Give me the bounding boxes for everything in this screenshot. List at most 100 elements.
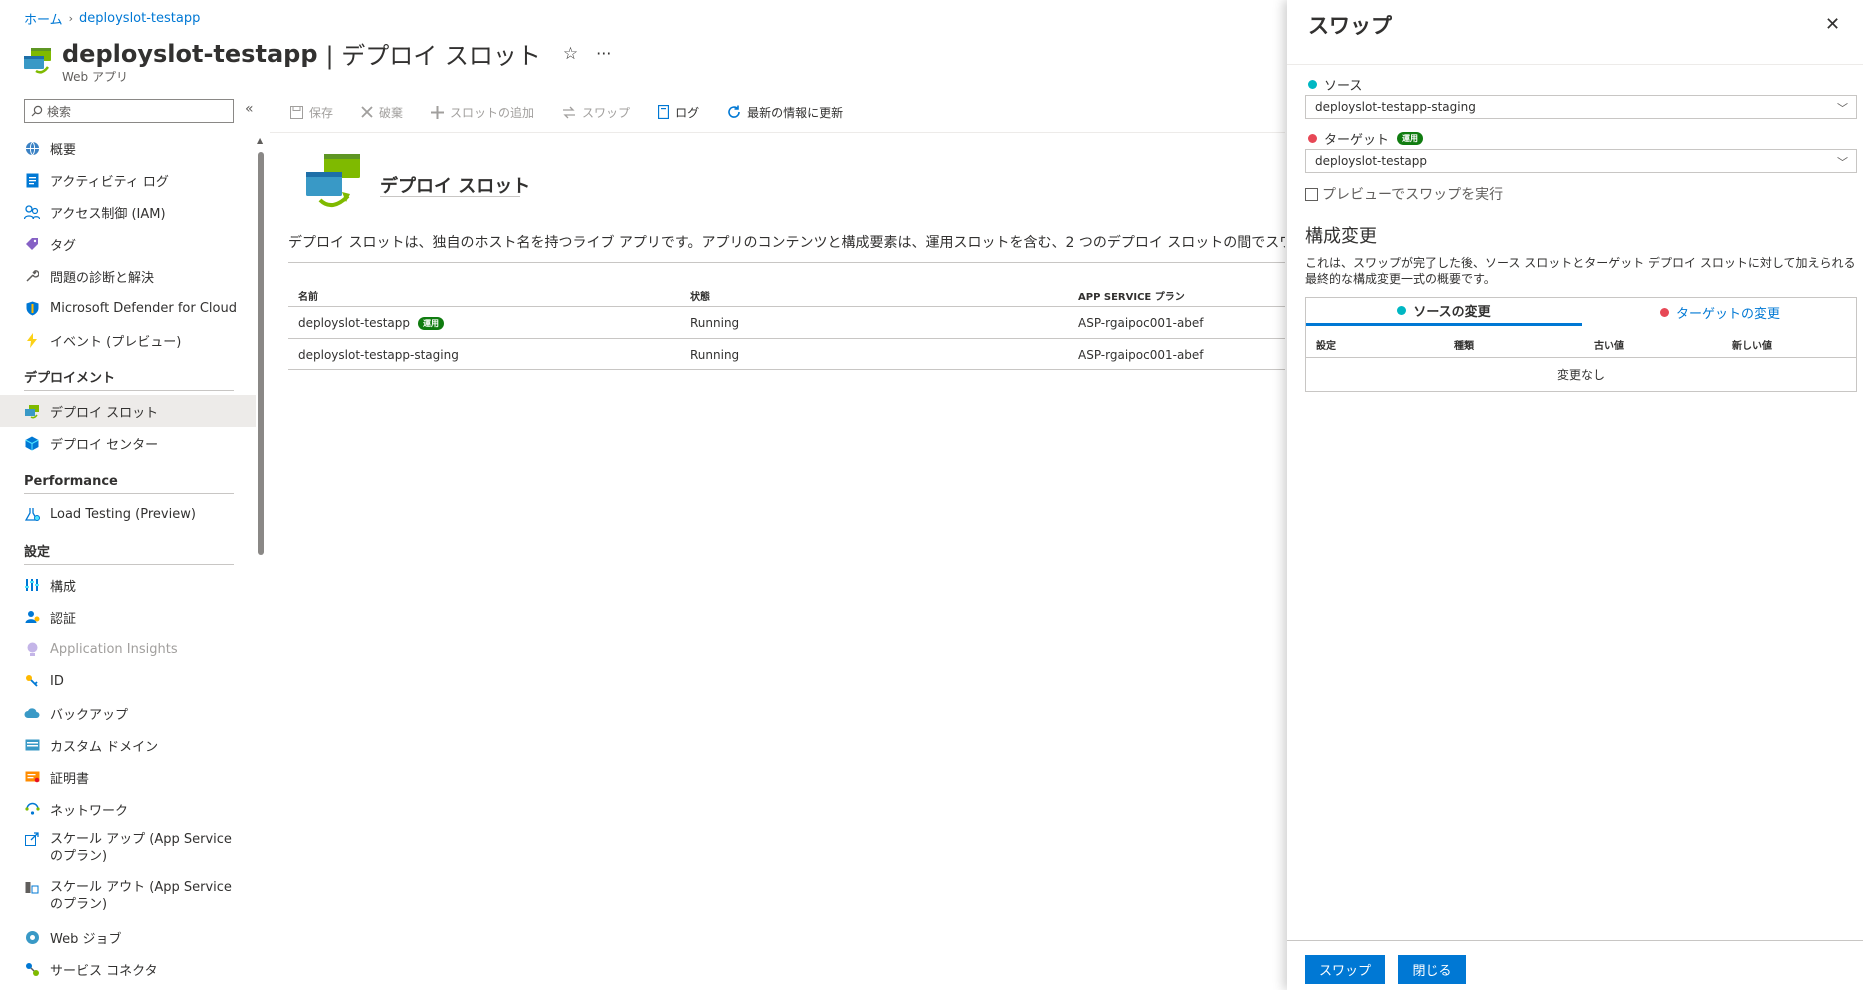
sidebar-item-authentication[interactable]: 認証: [0, 601, 256, 633]
logs-button[interactable]: ログ: [658, 104, 699, 121]
tag-icon: [24, 236, 40, 252]
sidebar-item-activity-log[interactable]: アクティビティ ログ: [0, 164, 256, 196]
more-icon[interactable]: ···: [596, 44, 611, 63]
sidebar-scrollbar[interactable]: [258, 152, 264, 555]
preview-swap-checkbox[interactable]: プレビューでスワップを実行: [1305, 184, 1503, 204]
sidebar: 概要 アクティビティ ログ アクセス制御 (IAM) タグ 問題の診断と解決 M…: [0, 132, 256, 990]
sidebar-item-certificates[interactable]: 証明書: [0, 761, 256, 793]
sidebar-item-iam[interactable]: アクセス制御 (IAM): [0, 196, 256, 228]
column-header-new-value: 新しい値: [1732, 341, 1772, 352]
column-header-plan: APP SERVICE プラン: [1078, 292, 1185, 303]
panel-footer-divider: [1287, 940, 1863, 941]
connector-icon: [24, 961, 40, 977]
search-input[interactable]: 検索: [24, 99, 234, 123]
cube-icon: [24, 435, 40, 451]
save-button[interactable]: 保存: [290, 104, 333, 121]
breadcrumb: ホーム › deployslot-testapp: [24, 9, 200, 28]
breadcrumb-resource-link[interactable]: deployslot-testapp: [79, 11, 200, 26]
tab-source-changes[interactable]: ソースの変更: [1306, 298, 1582, 326]
network-icon: [24, 801, 40, 817]
source-slot-select[interactable]: deployslot-testapp-staging ﹀: [1305, 95, 1857, 119]
webapp-slots-icon: [22, 45, 54, 77]
target-dot-icon: [1308, 134, 1317, 143]
sidebar-item-configuration[interactable]: 構成: [0, 569, 256, 601]
section-deployment: デプロイメント: [24, 371, 116, 386]
sidebar-item-backup[interactable]: バックアップ: [0, 697, 256, 729]
close-icon[interactable]: ✕: [1825, 14, 1840, 35]
sidebar-item-networking[interactable]: ネットワーク: [0, 793, 256, 825]
add-slot-button[interactable]: スロットの追加: [431, 104, 534, 121]
sidebar-item-events[interactable]: イベント (プレビュー): [0, 324, 256, 356]
sidebar-item-defender[interactable]: Microsoft Defender for Cloud: [0, 292, 256, 324]
table-row[interactable]: deployslot-testapp-staging Running ASP-r…: [288, 338, 1285, 370]
sidebar-item-service-connector[interactable]: サービス コネクタ: [0, 953, 256, 985]
search-placeholder: 検索: [47, 104, 72, 119]
people-icon: [24, 204, 40, 220]
source-label: ソース: [1308, 75, 1362, 94]
slot-name-cell: deployslot-testapp 運用: [298, 316, 444, 330]
page-title-text: デプロイ スロット: [341, 42, 541, 70]
lightning-icon: [24, 332, 40, 348]
config-changes-title: 構成変更: [1305, 226, 1377, 247]
sidebar-item-deployment-center[interactable]: デプロイ センター: [0, 427, 256, 459]
config-changes-table: ソースの変更 ターゲットの変更 設定 種類 古い値 新しい値 変更なし: [1305, 297, 1857, 392]
sidebar-item-deployment-slots[interactable]: デプロイ スロット: [0, 395, 256, 427]
section-divider: [24, 390, 234, 391]
swap-button[interactable]: スワップ: [562, 104, 630, 121]
sidebar-item-custom-domains[interactable]: カスタム ドメイン: [0, 729, 256, 761]
config-changes-description: これは、スワップが完了した後、ソース スロットとターゲット デプロイ スロットに…: [1305, 256, 1856, 286]
page-header: deployslot-testapp | デプロイ スロット ☆ ···: [62, 36, 611, 71]
cloud-icon: [24, 705, 40, 721]
swap-panel: スワップ ✕ ソース deployslot-testapp-staging ﹀ …: [1287, 0, 1863, 990]
tab-target-changes[interactable]: ターゲットの変更: [1582, 298, 1858, 326]
discard-button[interactable]: 破棄: [361, 104, 403, 121]
auth-icon: [24, 609, 40, 625]
chevron-down-icon: ﹀: [1837, 102, 1848, 115]
refresh-button[interactable]: 最新の情報に更新: [727, 104, 843, 121]
checkbox-icon[interactable]: [1305, 187, 1318, 201]
log-icon: [24, 172, 40, 188]
resource-name: deployslot-testapp: [62, 39, 318, 68]
panel-title: スワップ: [1308, 14, 1392, 38]
discard-icon: [361, 106, 373, 118]
description-divider: [288, 262, 1285, 263]
column-header-name: 名前: [298, 292, 318, 303]
target-dot-icon: [1659, 307, 1669, 317]
swap-confirm-button[interactable]: スワップ: [1305, 955, 1385, 984]
column-header-type: 種類: [1454, 341, 1474, 352]
section-settings: 設定: [24, 545, 51, 560]
sidebar-item-webjobs[interactable]: Web ジョブ: [0, 921, 256, 953]
slots-icon: [24, 403, 40, 419]
swap-icon: [562, 106, 576, 119]
chevron-right-icon: ›: [68, 12, 74, 25]
save-icon: [290, 105, 303, 119]
sidebar-item-overview[interactable]: 概要: [0, 132, 256, 164]
slot-status: Running: [690, 316, 740, 330]
breadcrumb-home-link[interactable]: ホーム: [24, 9, 63, 28]
source-dot-icon: [1308, 80, 1317, 89]
no-changes-text: 変更なし: [1556, 368, 1605, 382]
toolbar-divider: [270, 132, 1285, 133]
sidebar-item-scale-out[interactable]: スケール アウト (App Service のプラン): [0, 873, 256, 921]
collapse-sidebar-icon[interactable]: «: [245, 101, 254, 117]
target-slot-select[interactable]: deployslot-testapp ﹀: [1305, 149, 1857, 173]
sidebar-item-identity[interactable]: ID: [0, 665, 256, 697]
scale-up-icon: [24, 831, 40, 847]
scroll-up-arrow-icon[interactable]: ▲: [257, 136, 263, 145]
section-divider: [24, 493, 234, 494]
star-icon[interactable]: ☆: [563, 44, 578, 64]
shield-icon: [24, 300, 40, 316]
slot-name-link[interactable]: deployslot-testapp: [298, 316, 410, 330]
sliders-icon: [24, 577, 40, 593]
sidebar-item-diagnose[interactable]: 問題の診断と解決: [0, 260, 256, 292]
close-button[interactable]: 閉じる: [1398, 955, 1466, 984]
column-header-old-value: 古い値: [1594, 341, 1624, 352]
sidebar-item-tags[interactable]: タグ: [0, 228, 256, 260]
sidebar-item-load-testing[interactable]: Load Testing (Preview): [0, 498, 256, 530]
sidebar-item-app-insights[interactable]: Application Insights: [0, 633, 256, 665]
sidebar-item-scale-up[interactable]: スケール アップ (App Service のプラン): [0, 825, 256, 873]
table-row[interactable]: deployslot-testapp 運用 Running ASP-rgaipoc…: [288, 306, 1285, 338]
search-icon: [31, 105, 43, 117]
target-label: ターゲット 運用: [1308, 129, 1424, 148]
slot-name-link[interactable]: deployslot-testapp-staging: [298, 348, 459, 362]
